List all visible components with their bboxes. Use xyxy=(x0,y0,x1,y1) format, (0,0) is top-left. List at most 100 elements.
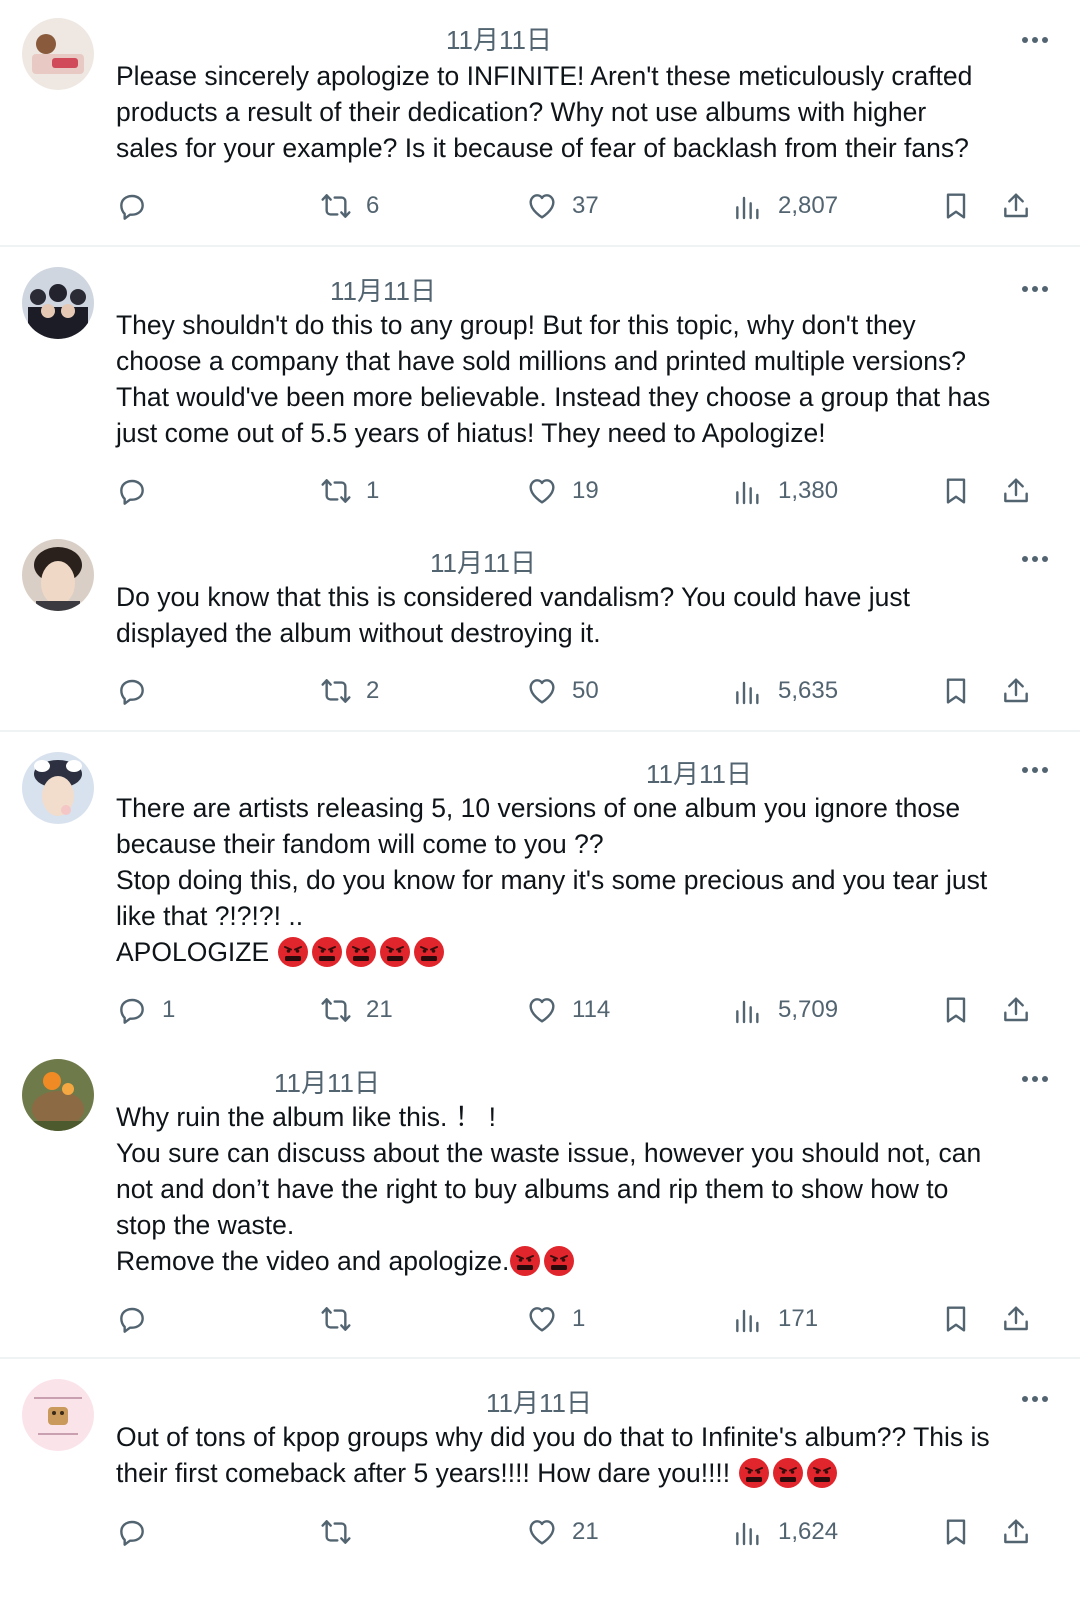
views-count: 5,709 xyxy=(778,996,839,1023)
like-count: 50 xyxy=(572,677,599,704)
views-button[interactable]: 1,380 xyxy=(732,471,838,511)
angry-face-emoji xyxy=(510,1246,541,1276)
repost-button[interactable] xyxy=(320,1512,366,1552)
share-button[interactable] xyxy=(1000,990,1032,1030)
repost-button[interactable]: 6 xyxy=(320,186,379,226)
bookmark-button[interactable] xyxy=(940,671,972,711)
like-button[interactable]: 37 xyxy=(526,186,599,226)
share-icon xyxy=(1004,193,1028,218)
post-text: They shouldn't do this to any group! But… xyxy=(116,307,1056,451)
views-button[interactable]: 5,709 xyxy=(732,990,838,1030)
views-icon xyxy=(736,1522,759,1546)
post-date: 11月11日 xyxy=(274,1068,380,1098)
avatar[interactable] xyxy=(22,752,94,824)
more-icon[interactable] xyxy=(1020,279,1050,299)
post[interactable]: 11月11日 Please sincerely apologize to INF… xyxy=(0,0,1080,245)
repost-button[interactable]: 2 xyxy=(320,671,379,711)
post[interactable]: 11月11日 Why ruin the album like this. ！ !… xyxy=(0,1037,1080,1357)
action-bar: 1 21 114 5,709 xyxy=(0,990,1080,1030)
reply-button[interactable] xyxy=(116,1512,162,1552)
like-button[interactable]: 1 xyxy=(526,1299,585,1339)
more-icon[interactable] xyxy=(1020,549,1050,569)
post-text-line: Please sincerely apologize to INFINITE! … xyxy=(116,61,973,91)
repost-icon xyxy=(321,998,351,1022)
share-button[interactable] xyxy=(1000,1512,1032,1552)
bookmark-button[interactable] xyxy=(940,990,972,1030)
angry-face-emoji xyxy=(738,1458,769,1488)
avatar[interactable] xyxy=(22,1379,94,1451)
bookmark-icon xyxy=(946,478,966,504)
views-button[interactable]: 5,635 xyxy=(732,671,838,711)
post[interactable]: 11月11日 They shouldn't do this to any gro… xyxy=(0,247,1080,527)
heart-icon xyxy=(529,1307,555,1332)
views-button[interactable]: 1,624 xyxy=(732,1512,838,1552)
avatar[interactable] xyxy=(22,18,94,90)
views-count: 1,380 xyxy=(778,477,839,504)
reply-button[interactable] xyxy=(116,471,162,511)
like-button[interactable]: 21 xyxy=(526,1512,599,1552)
like-button[interactable]: 50 xyxy=(526,671,599,711)
post-text-line: stop the waste. xyxy=(116,1210,295,1240)
repost-icon xyxy=(321,1307,351,1331)
views-button[interactable]: 171 xyxy=(732,1299,818,1339)
angry-face-emoji xyxy=(277,937,308,967)
share-icon xyxy=(1004,997,1028,1022)
repost-button[interactable] xyxy=(320,1299,366,1339)
post-text-line: displayed the album without destroying i… xyxy=(116,618,601,648)
repost-button[interactable]: 21 xyxy=(320,990,393,1030)
repost-icon xyxy=(321,479,351,503)
share-button[interactable] xyxy=(1000,1299,1032,1339)
post-date: 11月11日 xyxy=(330,276,436,306)
avatar[interactable] xyxy=(22,267,94,339)
post-text: Do you know that this is considered vand… xyxy=(116,579,1056,651)
like-count: 21 xyxy=(572,1518,599,1545)
reply-button[interactable] xyxy=(116,186,162,226)
post[interactable]: 11月11日 There are artists releasing 5, 10… xyxy=(0,732,1080,1037)
bookmark-button[interactable] xyxy=(940,1299,972,1339)
reply-button[interactable] xyxy=(116,1299,162,1339)
post-text-line: just come out of 5.5 years of hiatus! Th… xyxy=(116,418,826,448)
reply-icon xyxy=(120,479,144,505)
post[interactable]: 11月11日 Do you know that this is consider… xyxy=(0,527,1080,730)
post[interactable]: 11月11日 Out of tons of kpop groups why di… xyxy=(0,1359,1080,1600)
share-button[interactable] xyxy=(1000,471,1032,511)
reply-icon xyxy=(120,1520,144,1546)
reply-icon xyxy=(120,679,144,705)
more-icon[interactable] xyxy=(1020,760,1050,780)
avatar[interactable] xyxy=(22,1059,94,1131)
like-button[interactable]: 19 xyxy=(526,471,599,511)
action-bar: 1 19 1,380 xyxy=(0,471,1080,511)
views-count: 2,807 xyxy=(778,192,839,219)
repost-count: 6 xyxy=(366,192,380,219)
repost-icon xyxy=(321,679,351,703)
more-icon[interactable] xyxy=(1020,1069,1050,1089)
post-date: 11月11日 xyxy=(646,759,752,789)
views-icon xyxy=(736,481,759,505)
bookmark-icon xyxy=(946,997,966,1023)
views-count: 171 xyxy=(778,1305,819,1332)
post-text-line: Out of tons of kpop groups why did you d… xyxy=(116,1422,990,1452)
views-icon xyxy=(736,1309,759,1333)
action-bar: 2 50 5,635 xyxy=(0,671,1080,711)
more-icon[interactable] xyxy=(1020,1389,1050,1409)
angry-face-emoji xyxy=(413,937,444,967)
bookmark-button[interactable] xyxy=(940,1512,972,1552)
views-button[interactable]: 2,807 xyxy=(732,186,838,226)
reply-button[interactable]: 1 xyxy=(116,990,175,1030)
reply-button[interactable] xyxy=(116,671,162,711)
like-count: 114 xyxy=(572,996,611,1023)
more-icon[interactable] xyxy=(1020,30,1050,50)
like-button[interactable]: 114 xyxy=(526,990,610,1030)
like-count: 1 xyxy=(572,1305,586,1332)
angry-face-emoji xyxy=(544,1246,575,1276)
bookmark-button[interactable] xyxy=(940,471,972,511)
share-button[interactable] xyxy=(1000,671,1032,711)
share-button[interactable] xyxy=(1000,186,1032,226)
bookmark-icon xyxy=(946,1519,966,1545)
repost-button[interactable]: 1 xyxy=(320,471,379,511)
bookmark-button[interactable] xyxy=(940,186,972,226)
heart-icon xyxy=(529,194,555,219)
avatar[interactable] xyxy=(22,539,94,611)
post-text-line: Do you know that this is considered vand… xyxy=(116,582,911,612)
angry-face-emoji xyxy=(379,937,410,967)
